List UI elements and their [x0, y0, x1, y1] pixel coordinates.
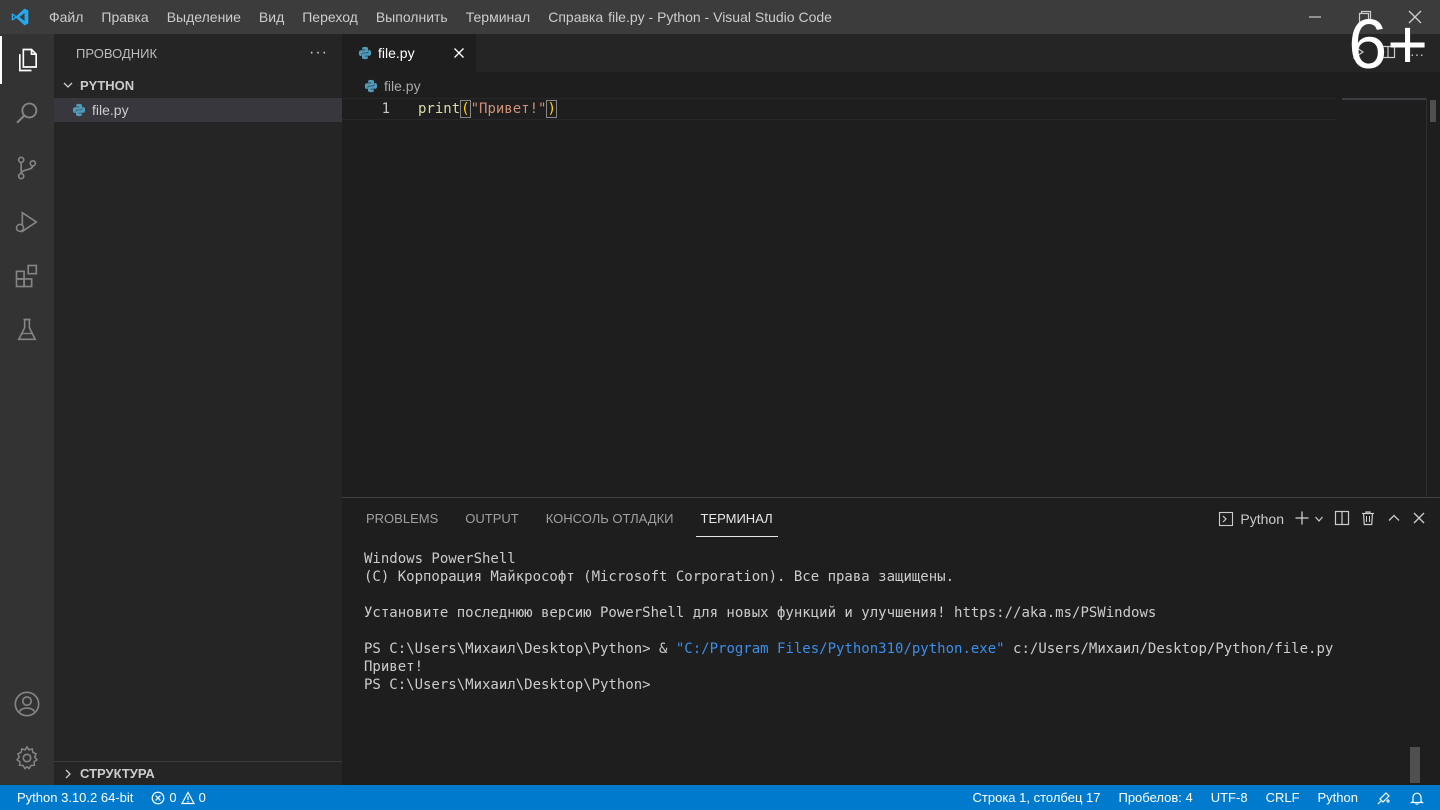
python-file-icon [358, 46, 372, 60]
search-icon[interactable] [0, 90, 54, 138]
close-tab-icon[interactable] [450, 44, 468, 62]
tab-label: file.py [378, 45, 415, 61]
language-mode[interactable]: Python [1309, 785, 1367, 810]
chevron-down-icon [60, 79, 76, 91]
settings-gear-icon[interactable] [0, 734, 54, 782]
terminal-selector[interactable]: Python [1218, 511, 1284, 527]
notifications-bell-icon[interactable] [1401, 785, 1440, 810]
terminal-output[interactable]: Windows PowerShell (C) Корпорация Майкрос… [364, 550, 1333, 694]
minimize-button[interactable] [1290, 0, 1340, 34]
tab-debug-console[interactable]: КОНСОЛЬ ОТЛАДКИ [536, 498, 684, 538]
menu-view[interactable]: Вид [250, 0, 293, 34]
terminal-line: Установите последнюю версию PowerShell д… [364, 605, 1157, 621]
line-number: 1 [381, 101, 390, 117]
editor-scrollbar-thumb[interactable] [1430, 100, 1436, 122]
menu-edit[interactable]: Правка [92, 0, 157, 34]
folder-label: PYTHON [80, 77, 135, 93]
terminal-icon [1219, 511, 1234, 527]
file-label: file.py [92, 102, 129, 118]
code-token-bracket-close: ) [546, 100, 557, 118]
trash-icon[interactable] [1360, 510, 1376, 529]
menu-run[interactable]: Выполнить [367, 0, 457, 34]
menu-terminal[interactable]: Терминал [457, 0, 539, 34]
code-token-string: "Привет!" [470, 101, 547, 117]
warning-count: 0 [198, 790, 206, 805]
menu-go[interactable]: Переход [293, 0, 367, 34]
outline-label: СТРУКТУРА [80, 766, 155, 781]
close-panel-icon[interactable] [1412, 511, 1426, 528]
file-item-file-py[interactable]: file.py [54, 98, 342, 122]
editor-area: file.py ··· file.py 1 print("Привет!") [342, 34, 1440, 497]
account-icon[interactable] [0, 680, 54, 728]
terminal-line: Привет! [364, 659, 424, 675]
minimize-icon [1309, 16, 1321, 18]
problems-indicator[interactable]: 0 0 [142, 785, 214, 810]
terminal-exe-path: "C:/Program Files/Python310/python.exe" [675, 641, 1005, 657]
explorer-header: ПРОВОДНИК ··· [54, 34, 342, 72]
title-bar: Файл Правка Выделение Вид Переход Выполн… [0, 0, 1440, 34]
more-actions-icon[interactable]: ··· [309, 44, 328, 62]
cursor-position[interactable]: Строка 1, столбец 17 [964, 785, 1110, 810]
explorer-sidebar: ПРОВОДНИК ··· PYTHON file.py СТРУКТУРА [54, 34, 342, 785]
line-ending[interactable]: CRLF [1257, 785, 1309, 810]
editor-scrollbar[interactable] [1426, 98, 1440, 497]
bottom-panel: PROBLEMS OUTPUT КОНСОЛЬ ОТЛАДКИ ТЕРМИНАЛ… [342, 497, 1440, 785]
panel-tabs: PROBLEMS OUTPUT КОНСОЛЬ ОТЛАДКИ ТЕРМИНАЛ [356, 498, 790, 538]
editor-tabs: file.py ··· [342, 34, 1440, 72]
error-count: 0 [169, 790, 177, 805]
outline-section[interactable]: СТРУКТУРА [54, 761, 342, 785]
split-terminal-icon[interactable] [1334, 510, 1350, 529]
code-token-function: print [418, 101, 461, 117]
encoding[interactable]: UTF-8 [1202, 785, 1257, 810]
indentation[interactable]: Пробелов: 4 [1109, 785, 1201, 810]
terminal-line: PS C:\Users\Михаил\Desktop\Python> [364, 677, 651, 693]
source-control-icon[interactable] [0, 144, 54, 192]
python-file-icon [72, 103, 86, 117]
activity-bar [0, 34, 54, 785]
panel-actions: Python [1218, 508, 1426, 530]
python-file-icon [364, 79, 378, 93]
code-token-bracket-open: ( [460, 100, 471, 118]
code-line-1[interactable]: 1 print("Привет!") [342, 98, 1336, 120]
chevron-right-icon [60, 768, 76, 780]
run-debug-icon[interactable] [0, 198, 54, 246]
terminal-name: Python [1240, 511, 1284, 527]
tab-file-py[interactable]: file.py [342, 34, 476, 72]
python-interpreter[interactable]: Python 3.10.2 64-bit [0, 785, 142, 810]
age-rating-badge: 6+ [1348, 5, 1428, 83]
breadcrumb-file: file.py [384, 78, 421, 94]
chevron-down-icon[interactable] [1314, 511, 1324, 527]
error-icon [151, 791, 165, 804]
tab-terminal[interactable]: ТЕРМИНАЛ [691, 498, 783, 538]
interpreter-label: Python 3.10.2 64-bit [17, 790, 134, 805]
terminal-scrollbar-thumb[interactable] [1410, 747, 1420, 783]
terminal-arg: c:/Users/Михаил/Desktop/Python/file.py [1004, 641, 1334, 657]
testing-icon[interactable] [0, 306, 54, 354]
terminal-line: Windows PowerShell [364, 551, 516, 567]
folder-python[interactable]: PYTHON [54, 72, 342, 98]
menu-file[interactable]: Файл [40, 0, 92, 34]
terminal-line: (C) Корпорация Майкрософт (Microsoft Cor… [364, 569, 955, 585]
new-terminal-icon[interactable] [1294, 510, 1310, 529]
vscode-logo-icon [0, 0, 40, 34]
menu-help[interactable]: Справка [539, 0, 612, 34]
code-text[interactable]: print("Привет!") [418, 99, 557, 119]
maximize-panel-icon[interactable] [1386, 510, 1402, 529]
terminal-line: PS C:\Users\Михаил\Desktop\Python> & "C:… [364, 640, 1333, 658]
tab-problems[interactable]: PROBLEMS [356, 498, 448, 538]
files-icon[interactable] [0, 36, 54, 84]
warning-icon [180, 790, 195, 804]
menu-bar: Файл Правка Выделение Вид Переход Выполн… [40, 0, 612, 34]
status-bar: Python 3.10.2 64-bit 0 0 Строка 1, столб… [0, 785, 1440, 810]
minimap[interactable] [1342, 98, 1426, 100]
terminal-prompt: PS C:\Users\Михаил\Desktop\Python> & [364, 641, 676, 657]
extensions-icon[interactable] [0, 252, 54, 300]
feedback-icon[interactable] [1367, 785, 1401, 810]
menu-selection[interactable]: Выделение [158, 0, 250, 34]
explorer-title: ПРОВОДНИК [76, 45, 158, 61]
breadcrumb[interactable]: file.py [364, 76, 421, 96]
tab-output[interactable]: OUTPUT [455, 498, 528, 538]
